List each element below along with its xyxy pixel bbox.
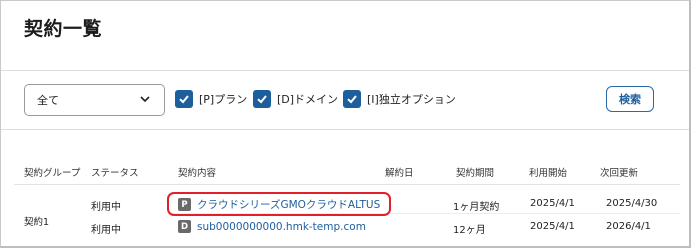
chevron-down-icon xyxy=(140,96,150,103)
category-select-value: 全て xyxy=(37,94,59,107)
column-header-period: 契約期間 xyxy=(456,168,495,179)
start-date-cell: 2025/4/1 xyxy=(530,221,575,232)
start-date-cell: 2025/4/1 xyxy=(530,198,575,209)
table-header-divider xyxy=(14,184,680,185)
checkbox-domain-label: [D]ドメイン xyxy=(277,93,339,106)
checkbox-checked-icon[interactable] xyxy=(175,90,193,108)
renewal-date-cell: 2025/4/30 xyxy=(606,198,658,209)
checkbox-domain[interactable]: [D]ドメイン xyxy=(253,90,338,108)
status-cell: 利用中 xyxy=(91,225,121,236)
highlight-annotation xyxy=(167,192,391,216)
contract-link-domain[interactable]: D sub0000000000.hmk-temp.com xyxy=(178,220,366,233)
page-title: 契約一覧 xyxy=(24,18,103,40)
checkbox-option-label: [I]独立オプション xyxy=(367,93,456,106)
checkbox-option[interactable]: [I]独立オプション xyxy=(343,90,456,108)
column-header-status: ステータス xyxy=(91,168,139,179)
category-select[interactable]: 全て xyxy=(24,84,165,116)
column-header-content: 契約内容 xyxy=(178,168,217,179)
period-cell: 12ヶ月 xyxy=(453,225,486,236)
checkbox-checked-icon[interactable] xyxy=(253,90,271,108)
checkbox-checked-icon[interactable] xyxy=(343,90,361,108)
checkbox-plan-label: [P]プラン xyxy=(199,93,248,106)
column-header-renewal: 次回更新 xyxy=(600,168,639,179)
contract-group-cell: 契約1 xyxy=(24,217,50,228)
checkbox-plan[interactable]: [P]プラン xyxy=(175,90,247,108)
column-header-group: 契約グループ xyxy=(24,168,81,179)
contract-content-text[interactable]: sub0000000000.hmk-temp.com xyxy=(197,221,366,233)
status-cell: 利用中 xyxy=(91,202,121,213)
renewal-date-cell: 2026/4/1 xyxy=(606,221,651,232)
search-button[interactable]: 検索 xyxy=(606,86,654,112)
filter-divider xyxy=(1,129,689,130)
column-header-cancel-date: 解約日 xyxy=(385,168,414,179)
header-divider xyxy=(1,70,689,71)
column-header-start: 利用開始 xyxy=(529,168,568,179)
domain-type-badge: D xyxy=(178,220,191,233)
period-cell: 1ヶ月契約 xyxy=(453,202,500,213)
